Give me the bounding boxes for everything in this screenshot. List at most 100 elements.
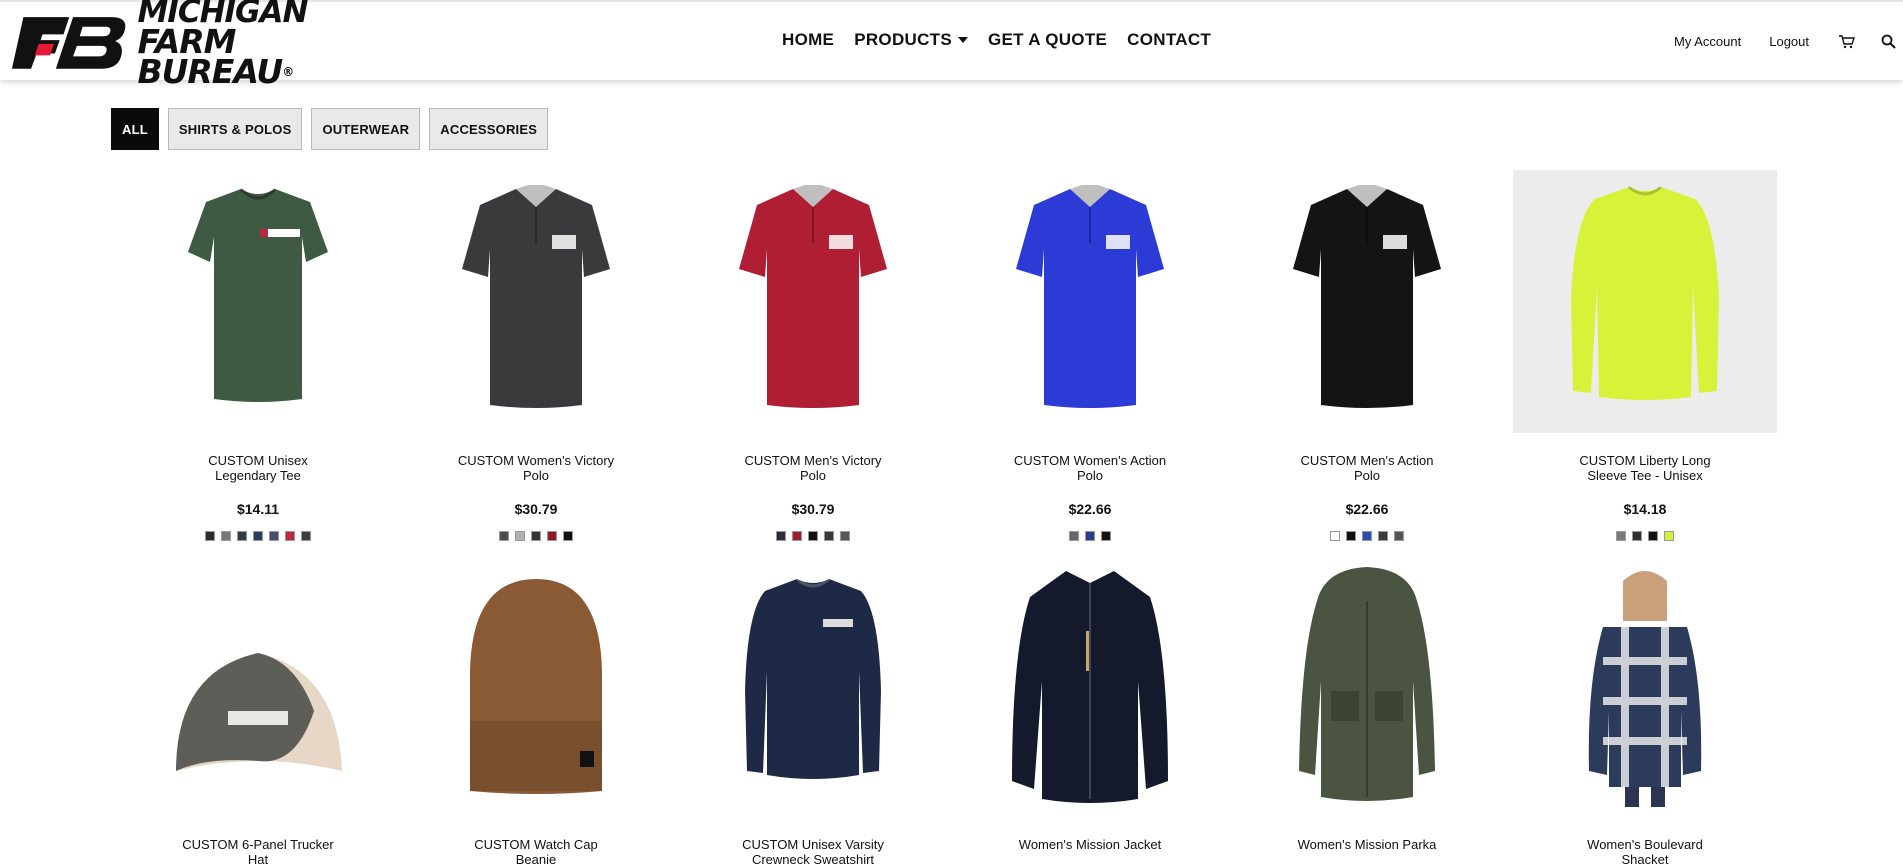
color-swatch[interactable] bbox=[840, 531, 850, 541]
color-swatch[interactable] bbox=[1362, 531, 1372, 541]
product-card[interactable]: CUSTOM Watch Cap Beanie bbox=[404, 554, 668, 867]
product-name[interactable]: Women's Boulevard Shacket bbox=[1513, 837, 1777, 867]
product-name[interactable]: Women's Mission Jacket bbox=[958, 837, 1222, 852]
color-swatch[interactable] bbox=[205, 531, 215, 541]
color-swatch[interactable] bbox=[1378, 531, 1388, 541]
product-card[interactable]: Women's Mission Jacket bbox=[958, 554, 1222, 852]
product-image[interactable] bbox=[1513, 554, 1777, 817]
caret-down-icon bbox=[958, 37, 968, 43]
product-price: $14.18 bbox=[1623, 501, 1667, 517]
product-card[interactable]: CUSTOM 6-Panel Trucker Hat bbox=[126, 554, 390, 867]
nav-get-a-quote[interactable]: GET A QUOTE bbox=[988, 30, 1107, 50]
color-swatch[interactable] bbox=[824, 531, 834, 541]
nav-contact[interactable]: CONTACT bbox=[1127, 30, 1211, 50]
product-name[interactable]: CUSTOM Women's Action Polo bbox=[958, 453, 1222, 483]
product-image[interactable] bbox=[681, 554, 945, 817]
product-card[interactable]: CUSTOM Women's Action Polo $22.66 bbox=[958, 170, 1222, 541]
color-swatch[interactable] bbox=[253, 531, 263, 541]
color-swatch[interactable] bbox=[776, 531, 786, 541]
color-swatch[interactable] bbox=[237, 531, 247, 541]
product-card[interactable]: CUSTOM Women's Victory Polo $30.79 bbox=[404, 170, 668, 541]
longsleeve-image bbox=[1571, 185, 1719, 400]
product-name[interactable]: CUSTOM Women's Victory Polo bbox=[404, 453, 668, 483]
color-swatch[interactable] bbox=[1346, 531, 1356, 541]
color-swatch[interactable] bbox=[792, 531, 802, 541]
color-swatch[interactable] bbox=[1101, 531, 1111, 541]
filter-shirts-polos[interactable]: SHIRTS & POLOS bbox=[167, 108, 303, 150]
product-name[interactable]: CUSTOM Unisex Varsity Crewneck Sweatshir… bbox=[681, 837, 945, 867]
product-name[interactable]: Women's Mission Parka bbox=[1235, 837, 1499, 852]
my-account-link[interactable]: My Account bbox=[1674, 34, 1741, 49]
product-card[interactable]: CUSTOM Men's Action Polo $22.66 bbox=[1235, 170, 1499, 541]
color-swatch[interactable] bbox=[1330, 531, 1340, 541]
product-image[interactable] bbox=[404, 554, 668, 817]
product-name[interactable]: CUSTOM Liberty Long Sleeve Tee - Unisex bbox=[1513, 453, 1777, 483]
category-filter-bar: ALL SHIRTS & POLOS OUTERWEAR ACCESSORIES bbox=[111, 108, 549, 150]
cart-icon[interactable] bbox=[1837, 32, 1855, 50]
product-card[interactable]: CUSTOM Men's Victory Polo $30.79 bbox=[681, 170, 945, 541]
color-swatch[interactable] bbox=[563, 531, 573, 541]
farm-bureau-logo[interactable]: MICHIGAN FARM BUREAU® bbox=[10, 0, 390, 88]
nav-products[interactable]: PRODUCTS bbox=[854, 30, 968, 50]
product-name[interactable]: CUSTOM Men's Action Polo bbox=[1235, 453, 1499, 483]
product-image[interactable] bbox=[681, 170, 945, 433]
product-name[interactable]: CUSTOM Unisex Legendary Tee bbox=[126, 453, 390, 483]
product-card[interactable]: Women's Mission Parka bbox=[1235, 554, 1499, 852]
nav-home[interactable]: HOME bbox=[782, 30, 834, 50]
product-image[interactable] bbox=[126, 554, 390, 817]
color-swatch[interactable] bbox=[808, 531, 818, 541]
product-image[interactable] bbox=[404, 170, 668, 433]
product-card[interactable]: Women's Boulevard Shacket bbox=[1513, 554, 1777, 867]
color-swatch[interactable] bbox=[1085, 531, 1095, 541]
filter-all[interactable]: ALL bbox=[111, 108, 159, 150]
color-swatch[interactable] bbox=[1648, 531, 1658, 541]
product-name[interactable]: CUSTOM 6-Panel Trucker Hat bbox=[126, 837, 390, 867]
color-swatch[interactable] bbox=[285, 531, 295, 541]
color-swatch[interactable] bbox=[221, 531, 231, 541]
color-swatch[interactable] bbox=[547, 531, 557, 541]
color-swatches bbox=[126, 531, 390, 541]
hat-image bbox=[176, 652, 342, 771]
product-image[interactable] bbox=[126, 170, 390, 433]
logout-link[interactable]: Logout bbox=[1769, 34, 1809, 49]
tee-image bbox=[188, 187, 328, 402]
color-swatch[interactable] bbox=[531, 531, 541, 541]
color-swatch[interactable] bbox=[1616, 531, 1626, 541]
color-swatch[interactable] bbox=[1394, 531, 1404, 541]
product-card[interactable]: CUSTOM Unisex Varsity Crewneck Sweatshir… bbox=[681, 554, 945, 867]
color-swatch[interactable] bbox=[301, 531, 311, 541]
product-image[interactable] bbox=[958, 170, 1222, 433]
beanie-image bbox=[470, 578, 602, 794]
site-header: MICHIGAN FARM BUREAU® HOME PRODUCTS GET … bbox=[0, 0, 1903, 88]
filter-accessories[interactable]: ACCESSORIES bbox=[429, 108, 549, 150]
color-swatch[interactable] bbox=[515, 531, 525, 541]
color-swatch[interactable] bbox=[269, 531, 279, 541]
color-swatch[interactable] bbox=[1632, 531, 1642, 541]
product-name[interactable]: CUSTOM Men's Victory Polo bbox=[681, 453, 945, 483]
nav-home-label: HOME bbox=[782, 30, 835, 49]
product-image[interactable] bbox=[1513, 170, 1777, 433]
logo-wordmark: MICHIGAN FARM BUREAU® bbox=[137, 0, 390, 88]
color-swatch[interactable] bbox=[499, 531, 509, 541]
polo-image bbox=[1016, 184, 1164, 408]
polo-image bbox=[739, 184, 887, 408]
product-image[interactable] bbox=[958, 554, 1222, 817]
nav-contact-label: CONTACT bbox=[1127, 30, 1212, 49]
logo-line-2: FARM BUREAU bbox=[137, 22, 283, 91]
color-swatches bbox=[1235, 531, 1499, 541]
search-icon[interactable] bbox=[1879, 32, 1897, 50]
product-card[interactable]: CUSTOM Liberty Long Sleeve Tee - Unisex $… bbox=[1513, 170, 1777, 541]
product-name[interactable]: CUSTOM Watch Cap Beanie bbox=[404, 837, 668, 867]
jacket-image bbox=[1012, 570, 1168, 803]
registered-mark: ® bbox=[282, 65, 294, 79]
product-image[interactable] bbox=[1235, 554, 1499, 817]
color-swatch[interactable] bbox=[1664, 531, 1674, 541]
product-image[interactable] bbox=[1235, 170, 1499, 433]
filter-outerwear[interactable]: OUTERWEAR bbox=[311, 108, 421, 150]
color-swatches bbox=[1513, 531, 1777, 541]
color-swatch[interactable] bbox=[1069, 531, 1079, 541]
product-card[interactable]: CUSTOM Unisex Legendary Tee $14.11 bbox=[126, 170, 390, 541]
product-price: $14.11 bbox=[236, 501, 280, 517]
product-price: $22.66 bbox=[1345, 501, 1389, 517]
crewneck-image bbox=[745, 577, 881, 779]
